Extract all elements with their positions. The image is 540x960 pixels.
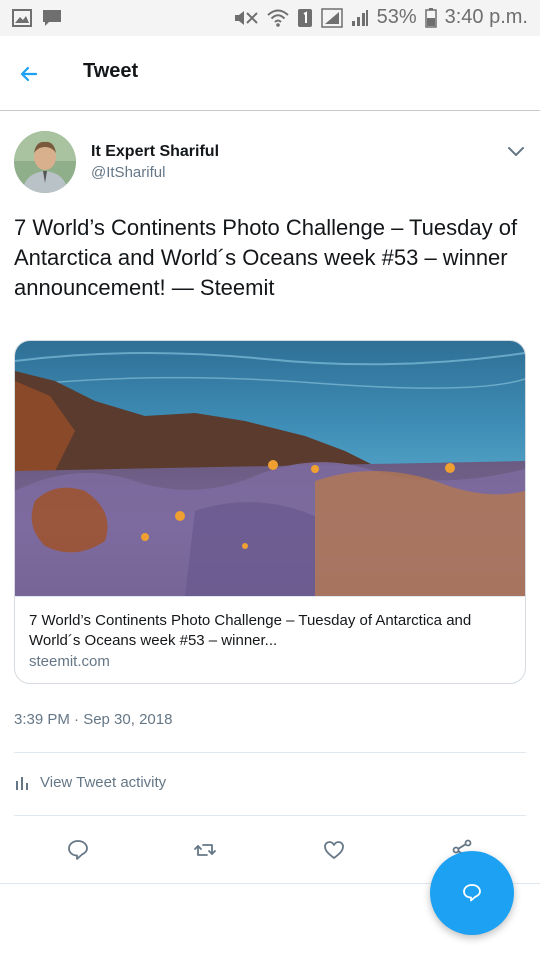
mute-icon	[234, 10, 258, 25]
avatar[interactable]	[14, 131, 76, 193]
bar-chart-icon	[16, 776, 28, 790]
battery-icon	[424, 7, 437, 28]
page-title: Tweet	[83, 60, 139, 82]
reply-icon[interactable]	[66, 838, 90, 862]
coral-reef-image	[15, 341, 525, 596]
view-tweet-activity-label: View Tweet activity	[40, 774, 167, 791]
signal-icon	[320, 7, 343, 28]
link-card[interactable]: 7 World’s Continents Photo Challenge – T…	[14, 340, 526, 684]
divider	[14, 752, 526, 753]
link-card-title: 7 World’s Continents Photo Challenge – T…	[29, 612, 472, 649]
clock: 3:40 p.m.	[444, 6, 528, 28]
tweet-text: 7 World’s Continents Photo Challenge – T…	[14, 215, 518, 300]
chevron-down-icon[interactable]	[507, 145, 525, 159]
tweet-timestamp: 3:39 PM · Sep 30, 2018	[14, 711, 173, 728]
status-bar: 53% 3:40 p.m.	[0, 0, 540, 36]
arrow-left-icon[interactable]	[16, 61, 42, 87]
wifi-icon	[266, 9, 289, 27]
compose-icon	[463, 884, 481, 902]
compose-button[interactable]	[430, 851, 514, 935]
heart-icon[interactable]	[322, 838, 346, 862]
link-card-domain: steemit.com	[29, 653, 110, 670]
retweet-icon[interactable]	[193, 838, 217, 862]
sim-1-icon	[297, 8, 312, 27]
message-icon	[43, 10, 61, 26]
gallery-icon	[12, 9, 32, 27]
author-name[interactable]: It Expert Shariful	[91, 143, 219, 161]
signal-bars-icon	[351, 9, 368, 26]
view-tweet-activity[interactable]: View Tweet activity	[14, 774, 166, 791]
divider	[14, 815, 526, 816]
app-bar: Tweet	[0, 36, 540, 111]
link-card-body: 7 World’s Continents Photo Challenge – T…	[15, 596, 525, 683]
author-handle[interactable]: @ItShariful	[91, 164, 165, 181]
battery-percent: 53%	[376, 6, 417, 28]
